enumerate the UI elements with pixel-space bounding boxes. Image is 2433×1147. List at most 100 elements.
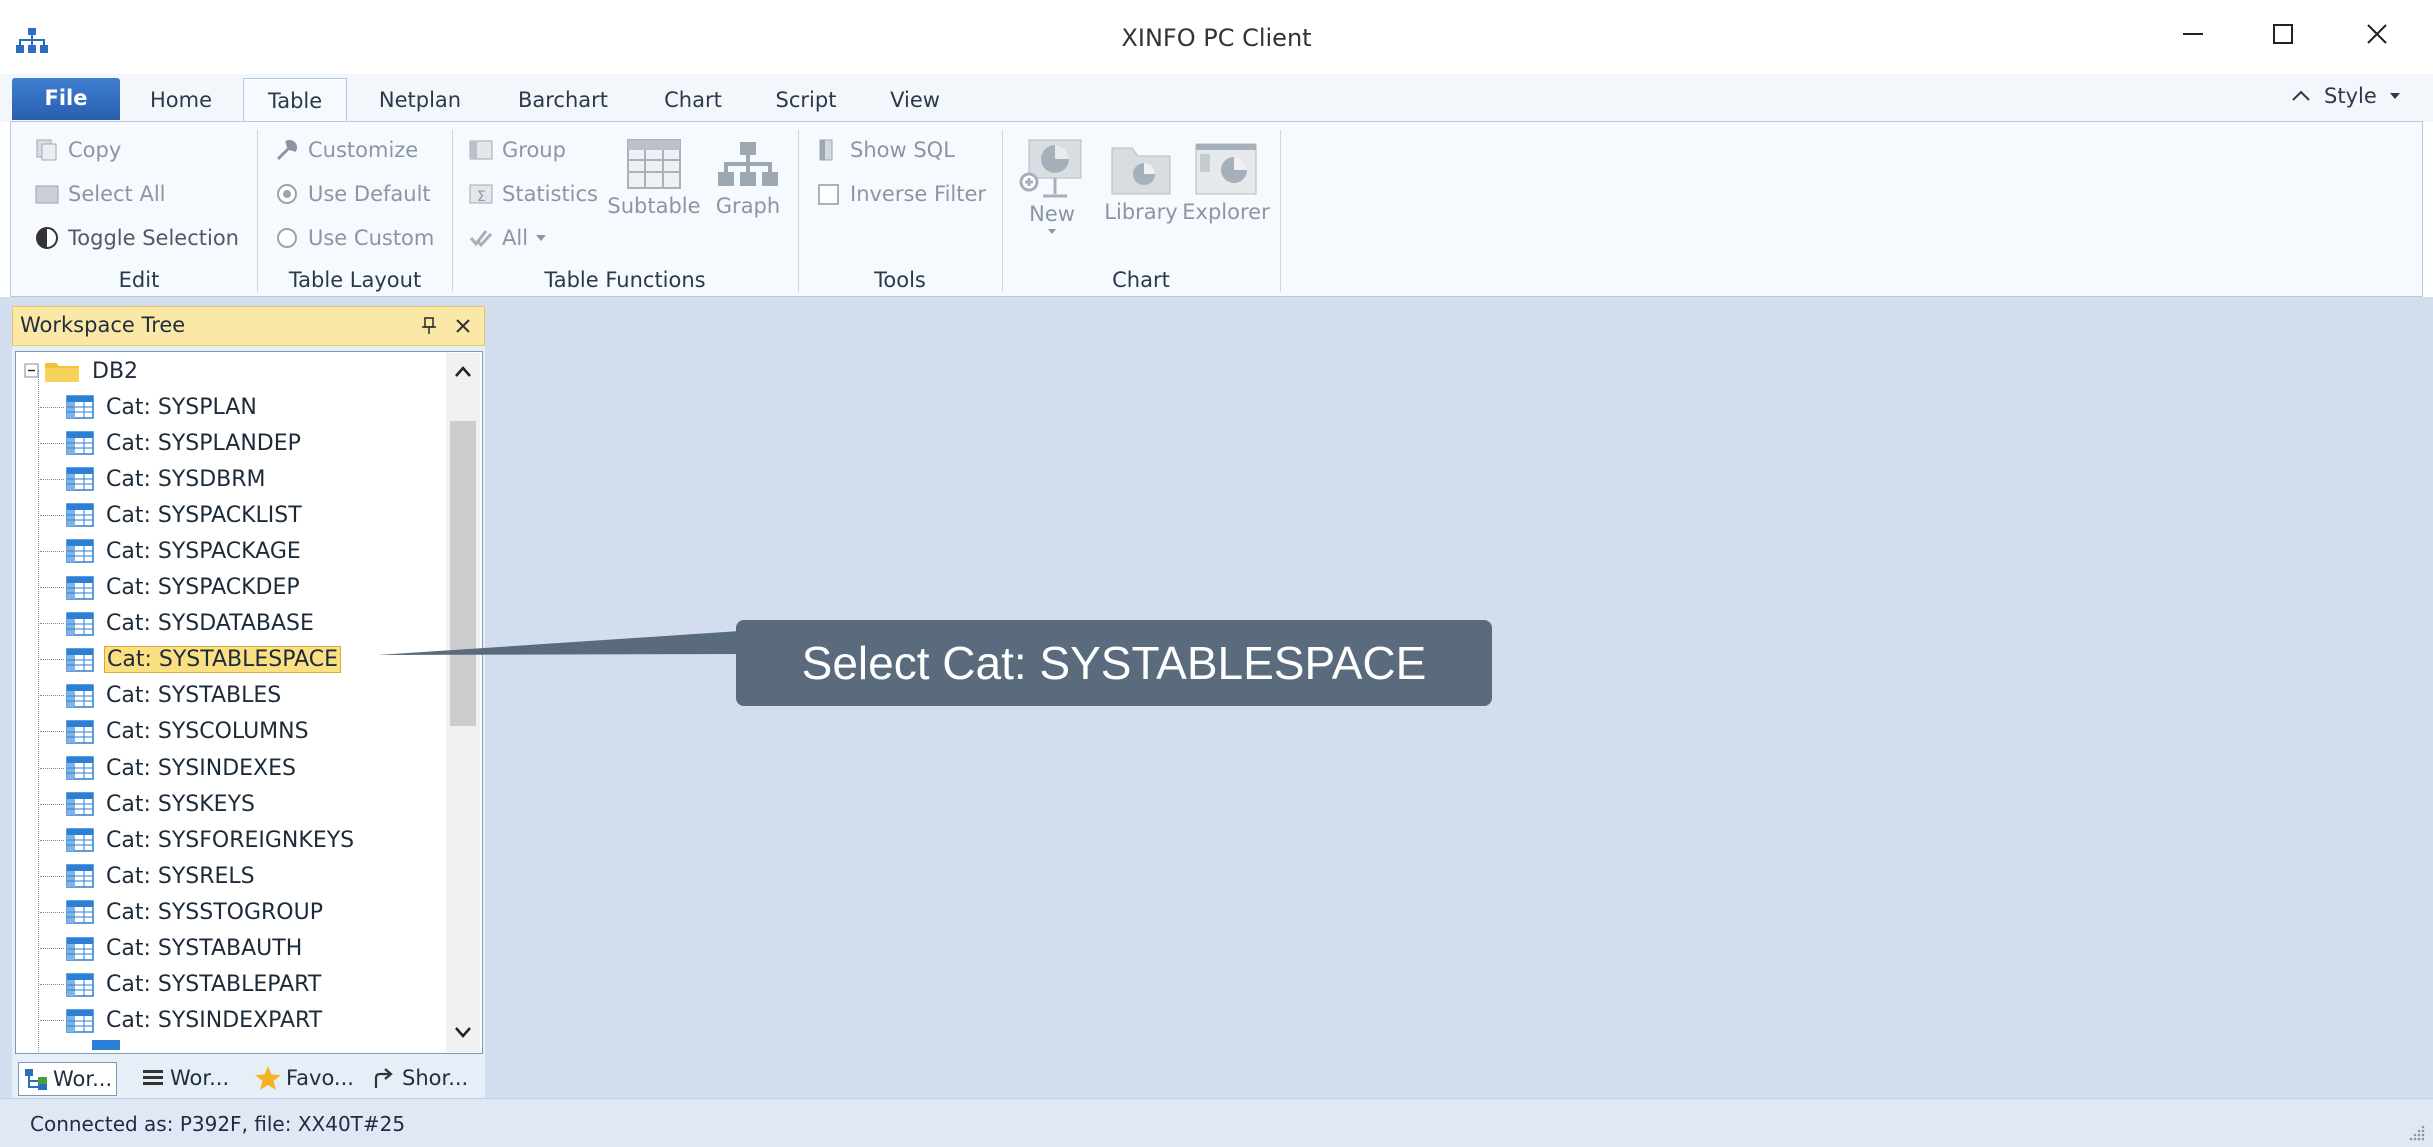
statistics-button[interactable]: Σ Statistics <box>468 182 598 206</box>
tree-item[interactable]: Cat: SYSSTOGROUP <box>40 895 325 929</box>
tree-item[interactable]: Cat: SYSCOLUMNS <box>40 715 311 749</box>
tree-item[interactable]: Cat: SYSPACKDEP <box>40 571 302 605</box>
table-icon <box>66 1008 94 1033</box>
table-icon <box>92 1039 120 1050</box>
tab-script[interactable]: Script <box>764 78 848 122</box>
table-icon <box>66 720 94 744</box>
table-icon <box>66 647 94 672</box>
panel-tab-workspace-tree[interactable]: Wor... <box>18 1062 118 1096</box>
panel-tab-favorites[interactable]: Favo... <box>254 1062 354 1094</box>
tree-root-db2[interactable]: DB2 <box>24 354 140 388</box>
tree-item[interactable]: Cat: SYSPACKAGE <box>40 534 303 568</box>
chart-library-label: Library <box>1104 200 1178 224</box>
subtable-icon <box>627 139 681 189</box>
tree-connector <box>40 911 64 913</box>
tree-icon <box>25 1069 47 1090</box>
customize-button[interactable]: Customize <box>274 138 418 162</box>
chart-library-button[interactable]: Library <box>1100 140 1182 224</box>
tree-item[interactable]: Cat: SYSFOREIGNKEYS <box>40 823 356 857</box>
tree-connector <box>40 875 64 877</box>
tree-item[interactable]: Cat: SYSTABLEPART <box>40 968 323 1002</box>
tree-item[interactable]: Cat: SYSPACKLIST <box>40 498 304 532</box>
pin-icon[interactable] <box>420 316 438 336</box>
tree-item[interactable]: Cat: SYSTABLESPACE <box>40 643 342 677</box>
table-icon <box>66 395 94 419</box>
minimize-button[interactable] <box>2158 10 2228 58</box>
tree-item[interactable]: Cat: SYSDBRM <box>40 462 268 496</box>
show-sql-button[interactable]: Show SQL <box>816 138 955 162</box>
close-button[interactable] <box>2342 10 2412 58</box>
tree-connector <box>40 406 64 408</box>
maximize-button[interactable] <box>2248 10 2318 58</box>
group-button[interactable]: Group <box>468 138 566 162</box>
style-menu[interactable]: Style <box>2290 84 2403 108</box>
subtable-button[interactable]: Subtable <box>606 138 702 218</box>
tree-item-label: Cat: SYSINDEXES <box>106 755 296 781</box>
group-label: Group <box>502 138 566 162</box>
tree-item[interactable]: Cat: SYSINDEXES <box>40 751 298 785</box>
select-all-icon <box>35 185 59 204</box>
wrench-icon <box>276 139 298 161</box>
inverse-filter-checkbox[interactable]: Inverse Filter <box>816 182 986 206</box>
select-all-button[interactable]: Select All <box>34 182 166 206</box>
graph-button[interactable]: Graph <box>712 140 784 218</box>
tab-barchart[interactable]: Barchart <box>508 78 618 122</box>
table-icon <box>66 431 94 455</box>
workspace-tree-view[interactable]: DB2 Cat: SYSPLAN Cat: SYSPLANDEP Cat: SYSD… <box>15 351 483 1054</box>
table-icon <box>66 828 94 852</box>
panel-tab-shortcuts[interactable]: Shor... <box>372 1062 468 1094</box>
close-panel-icon[interactable] <box>455 318 471 334</box>
table-icon <box>66 575 94 600</box>
use-custom-radio[interactable]: Use Custom <box>274 226 434 250</box>
panel-tab-workspace-list[interactable]: Wor... <box>142 1062 229 1094</box>
tree-item[interactable]: Cat: SYSKEYS <box>40 787 257 821</box>
table-icon <box>66 684 94 708</box>
collapse-ribbon-icon[interactable] <box>2290 87 2312 105</box>
tree-item[interactable]: Cat: SYSTABAUTH <box>40 932 304 966</box>
tab-table[interactable]: Table <box>243 78 347 125</box>
tab-view[interactable]: View <box>874 78 956 122</box>
folder-icon <box>45 363 79 382</box>
tab-netplan[interactable]: Netplan <box>366 78 474 122</box>
tree-item[interactable]: Cat: SYSTABLES <box>40 679 283 713</box>
new-chart-button[interactable]: New <box>1012 138 1092 238</box>
copy-button[interactable]: Copy <box>34 138 121 162</box>
use-default-radio[interactable]: Use Default <box>274 182 431 206</box>
tree-scrollbar-thumb[interactable] <box>450 421 476 726</box>
checkbox-icon <box>818 184 839 205</box>
tree-item[interactable]: Cat: SYSRELS <box>40 859 257 893</box>
toggle-selection-label: Toggle Selection <box>68 226 239 250</box>
svg-text:Σ: Σ <box>477 189 486 205</box>
inverse-filter-label: Inverse Filter <box>850 182 987 206</box>
scroll-down-icon[interactable] <box>452 1024 474 1040</box>
scroll-up-icon[interactable] <box>452 364 474 380</box>
tree-item[interactable]: Cat: SYSINDEXPART <box>40 1004 324 1038</box>
chart-explorer-button[interactable]: Explorer <box>1182 140 1270 224</box>
all-dropdown[interactable]: All <box>468 226 548 250</box>
tree-item[interactable]: Cat: SYSPLAN <box>40 390 259 424</box>
new-chart-icon <box>1019 139 1082 198</box>
instruction-callout: Select Cat: SYSTABLESPACE <box>736 620 1492 706</box>
toggle-selection-button[interactable]: Toggle Selection <box>34 226 239 250</box>
tree-item-label: Cat: SYSPLANDEP <box>106 430 301 456</box>
table-icon <box>66 503 94 528</box>
toggle-selection-icon <box>36 227 58 249</box>
tab-chart[interactable]: Chart <box>650 78 736 122</box>
subtable-label: Subtable <box>607 194 701 218</box>
tree-connector <box>40 478 64 480</box>
table-icon <box>66 467 94 491</box>
tree-item[interactable]: Cat: SYSPLANDEP <box>40 426 303 460</box>
tree-connector <box>40 767 64 769</box>
table-icon <box>66 792 94 816</box>
tab-file[interactable]: File <box>12 78 120 120</box>
customize-label: Customize <box>308 138 419 162</box>
tree-item-label: Cat: SYSPACKAGE <box>106 538 301 564</box>
tree-item[interactable]: Cat: SYSDATABASE <box>40 607 316 641</box>
new-chart-label: New <box>1029 202 1075 226</box>
table-icon <box>66 539 94 564</box>
resize-grip-icon[interactable] <box>2408 1124 2426 1142</box>
tree-connector <box>40 623 64 625</box>
all-label: All <box>502 226 529 250</box>
tree-connector <box>40 839 64 841</box>
tab-home[interactable]: Home <box>136 78 226 122</box>
